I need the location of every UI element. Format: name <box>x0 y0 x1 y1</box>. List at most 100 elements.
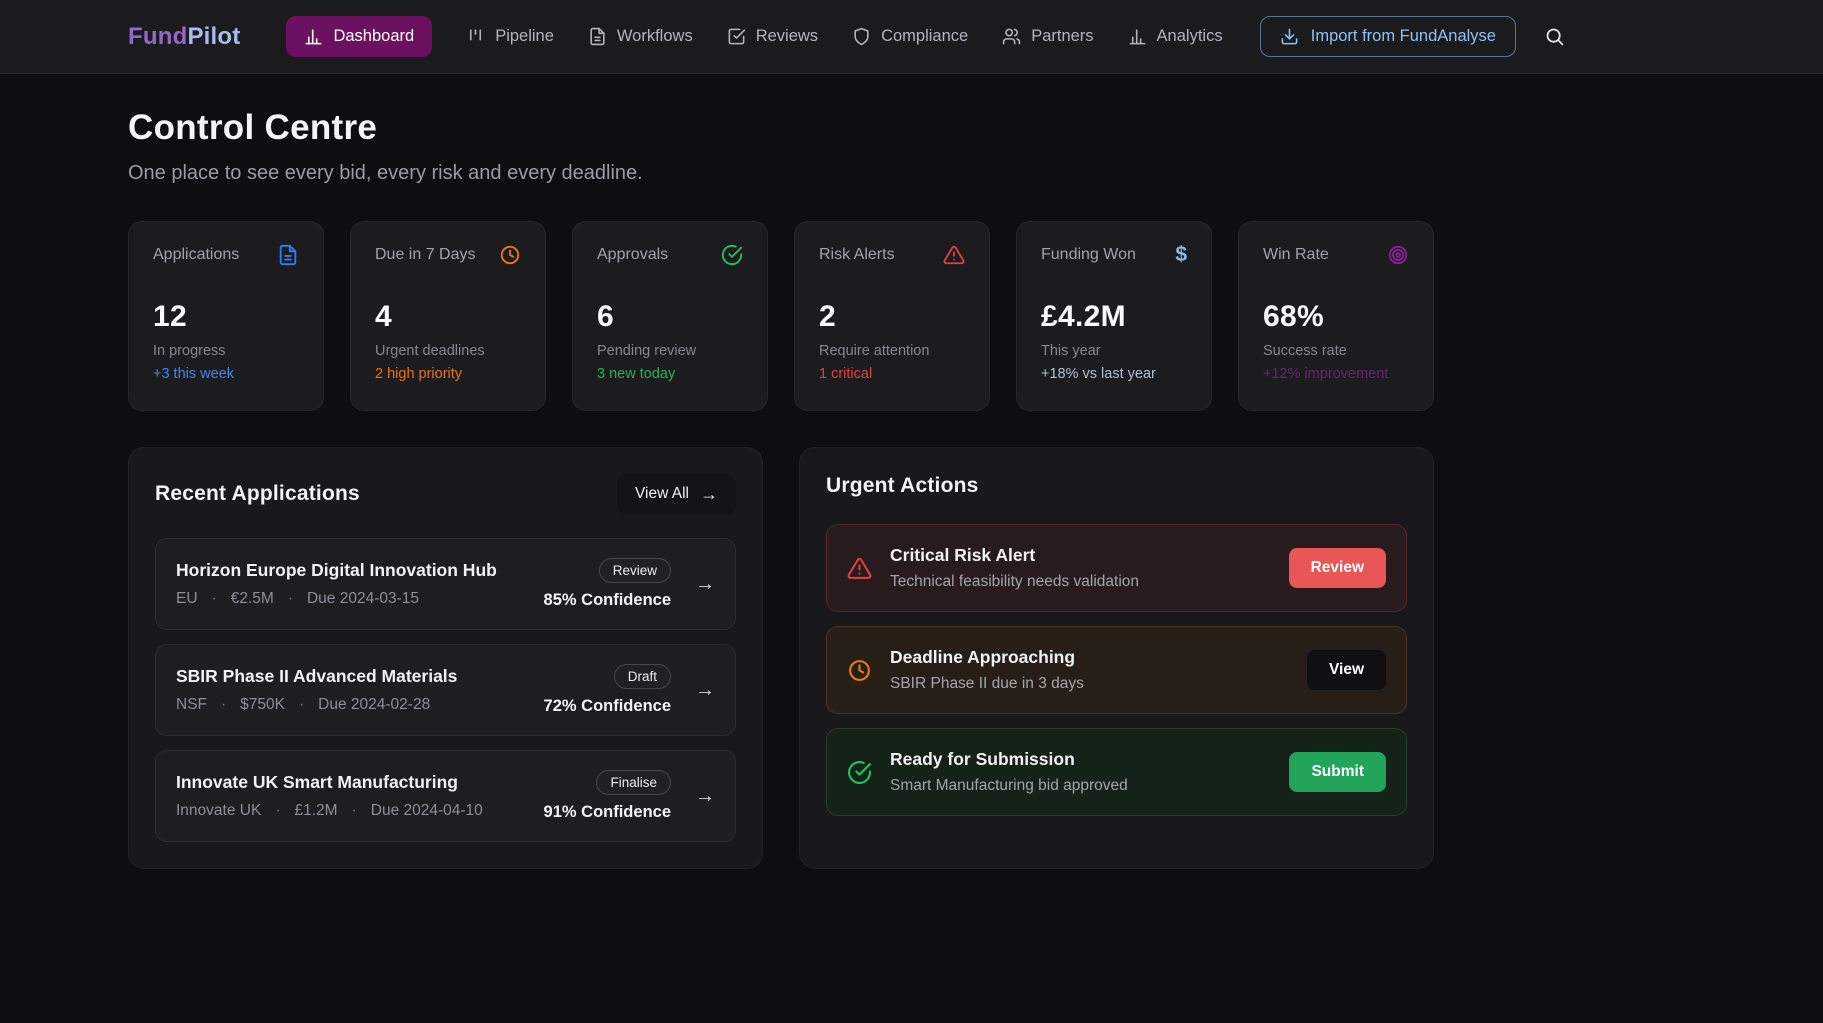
stat-sublabel: Require attention <box>819 343 965 359</box>
stats-row: Applications 12 In progress +3 this week… <box>128 221 1434 411</box>
view-button[interactable]: View <box>1307 650 1386 690</box>
urgent-item-deadline-approaching[interactable]: Deadline Approaching SBIR Phase II due i… <box>826 626 1407 714</box>
nav-item-compliance[interactable]: Compliance <box>852 27 968 46</box>
urgent-actions-panel: Urgent Actions Critical Risk Alert Techn… <box>799 447 1434 869</box>
dot-separator: · <box>352 802 357 820</box>
import-from-fundanalyse-button[interactable]: Import from FundAnalyse <box>1260 16 1516 57</box>
view-all-button[interactable]: View All → <box>617 474 736 514</box>
arrow-right-icon[interactable]: → <box>695 679 715 702</box>
users-icon <box>1002 27 1021 46</box>
page-title: Control Centre <box>128 108 1823 148</box>
stat-card-due-in-7-days[interactable]: Due in 7 Days 4 Urgent deadlines 2 high … <box>350 221 546 411</box>
brand-logo[interactable]: FundPilot <box>128 23 240 51</box>
urgent-item-ready-for-submission[interactable]: Ready for Submission Smart Manufacturing… <box>826 728 1407 816</box>
stat-trend: 2 high priority <box>375 366 521 382</box>
status-badge: Finalise <box>596 770 671 795</box>
nav-item-label: Reviews <box>756 27 818 46</box>
brand-fund: Fund <box>128 23 187 50</box>
stat-trend: +3 this week <box>153 366 299 382</box>
application-row-innovate-uk[interactable]: Innovate UK Smart Manufacturing Innovate… <box>155 750 736 842</box>
urgent-actions-list: Critical Risk Alert Technical feasibilit… <box>826 524 1407 816</box>
nav-item-analytics[interactable]: Analytics <box>1128 27 1223 46</box>
stat-title: Funding Won <box>1041 246 1136 264</box>
nav-item-workflows[interactable]: Workflows <box>588 27 693 46</box>
target-icon <box>1387 244 1409 266</box>
stat-value: 6 <box>597 300 743 334</box>
urgent-item-title: Critical Risk Alert <box>890 545 1271 566</box>
confidence-label: 72% Confidence <box>544 697 671 716</box>
download-icon <box>1280 27 1299 46</box>
dot-separator: · <box>212 590 217 608</box>
stat-card-funding-won[interactable]: Funding Won $ £4.2M This year +18% vs la… <box>1016 221 1212 411</box>
stat-card-approvals[interactable]: Approvals 6 Pending review 3 new today <box>572 221 768 411</box>
clock-icon <box>499 244 521 266</box>
nav-item-dashboard[interactable]: Dashboard <box>286 16 432 57</box>
stat-trend: +18% vs last year <box>1041 366 1187 382</box>
view-all-label: View All <box>635 485 689 503</box>
file-text-icon <box>277 244 299 266</box>
urgent-item-title: Ready for Submission <box>890 749 1271 770</box>
check-square-icon <box>727 27 746 46</box>
urgent-item-critical-risk-alert[interactable]: Critical Risk Alert Technical feasibilit… <box>826 524 1407 612</box>
main-content: Control Centre One place to see every bi… <box>0 74 1823 869</box>
application-org: NSF <box>176 696 207 714</box>
recent-applications-panel: Recent Applications View All → Horizon E… <box>128 447 763 869</box>
stat-sublabel: This year <box>1041 343 1187 359</box>
nav-item-label: Compliance <box>881 27 968 46</box>
application-amount: €2.5M <box>231 590 274 608</box>
page-subtitle: One place to see every bid, every risk a… <box>128 162 1823 185</box>
confidence-label: 85% Confidence <box>544 591 671 610</box>
nav-item-label: Workflows <box>617 27 693 46</box>
nav-item-pipeline[interactable]: Pipeline <box>466 27 554 46</box>
arrow-right-icon[interactable]: → <box>695 573 715 596</box>
primary-nav: Dashboard Pipeline Workflows Reviews Com… <box>286 16 1222 57</box>
stat-card-win-rate[interactable]: Win Rate 68% Success rate +12% improveme… <box>1238 221 1434 411</box>
nav-item-label: Pipeline <box>495 27 554 46</box>
stat-value: 2 <box>819 300 965 334</box>
urgent-item-description: Smart Manufacturing bid approved <box>890 777 1271 795</box>
stat-value: £4.2M <box>1041 300 1187 334</box>
application-row-sbir-phase-ii[interactable]: SBIR Phase II Advanced Materials NSF · $… <box>155 644 736 736</box>
shield-icon <box>852 27 871 46</box>
application-title: SBIR Phase II Advanced Materials <box>176 666 544 687</box>
check-circle-icon <box>847 760 872 785</box>
urgent-item-description: SBIR Phase II due in 3 days <box>890 675 1289 693</box>
import-button-label: Import from FundAnalyse <box>1311 27 1496 46</box>
arrow-right-icon: → <box>700 485 718 503</box>
stat-sublabel: Pending review <box>597 343 743 359</box>
clock-icon <box>847 658 872 683</box>
dot-separator: · <box>288 590 293 608</box>
nav-item-label: Dashboard <box>333 27 414 46</box>
nav-item-label: Analytics <box>1157 27 1223 46</box>
stat-sublabel: Success rate <box>1263 343 1409 359</box>
application-row-horizon-europe[interactable]: Horizon Europe Digital Innovation Hub EU… <box>155 538 736 630</box>
dollar-icon: $ <box>1175 244 1187 266</box>
bar-chart-icon <box>1128 27 1147 46</box>
check-circle-icon <box>721 244 743 266</box>
stat-title: Win Rate <box>1263 246 1329 264</box>
application-due: Due 2024-04-10 <box>371 802 483 820</box>
status-badge: Draft <box>614 664 671 689</box>
stat-trend: 1 critical <box>819 366 965 382</box>
stat-value: 4 <box>375 300 521 334</box>
stat-sublabel: In progress <box>153 343 299 359</box>
nav-item-reviews[interactable]: Reviews <box>727 27 818 46</box>
stat-card-applications[interactable]: Applications 12 In progress +3 this week <box>128 221 324 411</box>
application-amount: £1.2M <box>294 802 337 820</box>
file-text-icon <box>588 27 607 46</box>
submit-button[interactable]: Submit <box>1289 752 1386 792</box>
application-meta: EU · €2.5M · Due 2024-03-15 <box>176 590 544 608</box>
application-meta: Innovate UK · £1.2M · Due 2024-04-10 <box>176 802 544 820</box>
review-button[interactable]: Review <box>1289 548 1386 588</box>
urgent-actions-title: Urgent Actions <box>826 474 1407 498</box>
arrow-right-icon[interactable]: → <box>695 785 715 808</box>
nav-item-partners[interactable]: Partners <box>1002 27 1093 46</box>
nav-item-label: Partners <box>1031 27 1093 46</box>
brand-pilot: Pilot <box>187 23 240 50</box>
stat-title: Due in 7 Days <box>375 246 476 264</box>
stat-title: Approvals <box>597 246 668 264</box>
search-icon[interactable] <box>1544 26 1565 47</box>
stat-card-risk-alerts[interactable]: Risk Alerts 2 Require attention 1 critic… <box>794 221 990 411</box>
stat-trend: +12% improvement <box>1263 366 1409 382</box>
stat-trend: 3 new today <box>597 366 743 382</box>
